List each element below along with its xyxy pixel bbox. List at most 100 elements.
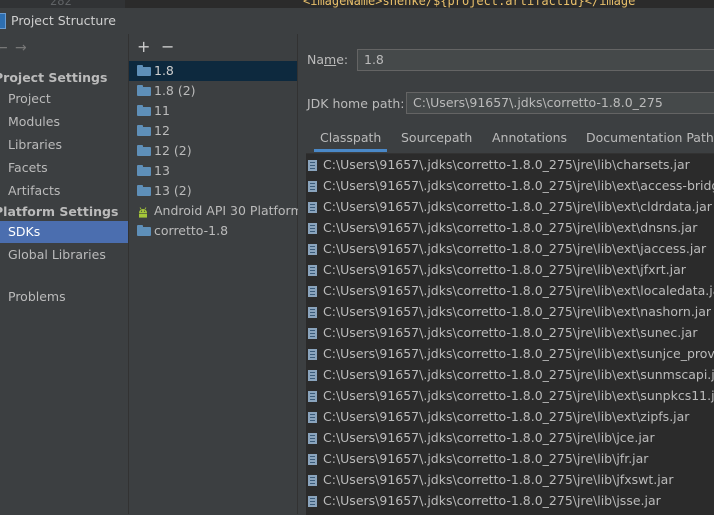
android-icon	[139, 206, 147, 218]
classpath-entry: C:\Users\91657\.jdks\corretto-1.8.0_275\…	[323, 472, 674, 487]
classpath-list: C:\Users\91657\.jdks\corretto-1.8.0_275\…	[306, 153, 714, 515]
add-sdk-button[interactable]: +	[137, 37, 150, 56]
sdk-item[interactable]: Android API 30 Platform	[129, 201, 303, 221]
sdk-item-label: 13 (2)	[154, 183, 192, 198]
tab-classpath[interactable]: Classpath	[314, 126, 388, 152]
classpath-entry: C:\Users\91657\.jdks\corretto-1.8.0_275\…	[323, 178, 714, 193]
folder-icon	[137, 65, 151, 76]
classpath-row[interactable]: C:\Users\91657\.jdks\corretto-1.8.0_275\…	[306, 406, 714, 427]
sdk-item-label: 1.8 (2)	[154, 83, 196, 98]
jdk-home-label: JDK home path:	[307, 96, 405, 111]
folder-icon	[137, 165, 151, 176]
jar-icon	[308, 160, 317, 171]
sidebar-item-sdks[interactable]: SDKs	[0, 221, 128, 243]
window-title: Project Structure	[11, 13, 116, 28]
sdk-item[interactable]: 13 (2)	[129, 181, 297, 201]
classpath-entry: C:\Users\91657\.jdks\corretto-1.8.0_275\…	[323, 409, 690, 424]
classpath-entry: C:\Users\91657\.jdks\corretto-1.8.0_275\…	[323, 304, 712, 319]
jar-icon	[308, 181, 317, 192]
settings-sidebar: ← → Project Settings Project Modules Lib…	[0, 34, 129, 514]
classpath-row[interactable]: C:\Users\91657\.jdks\corretto-1.8.0_275\…	[306, 217, 714, 238]
window-title-bar[interactable]: Project Structure	[0, 8, 714, 34]
classpath-entry: C:\Users\91657\.jdks\corretto-1.8.0_275\…	[323, 451, 649, 466]
sidebar-item-libraries[interactable]: Libraries	[0, 134, 128, 156]
jar-icon	[308, 202, 317, 213]
jar-icon	[308, 496, 317, 507]
jdk-home-path-field[interactable]: C:\Users\91657\.jdks\corretto-1.8.0_275	[406, 92, 714, 114]
tab-annotations[interactable]: Annotations	[486, 126, 573, 152]
classpath-entry: C:\Users\91657\.jdks\corretto-1.8.0_275\…	[323, 283, 714, 298]
classpath-row[interactable]: C:\Users\91657\.jdks\corretto-1.8.0_275\…	[306, 238, 714, 259]
sidebar-item-modules[interactable]: Modules	[0, 111, 128, 133]
classpath-row[interactable]: C:\Users\91657\.jdks\corretto-1.8.0_275\…	[306, 175, 714, 196]
classpath-row[interactable]: C:\Users\91657\.jdks\corretto-1.8.0_275\…	[306, 448, 714, 469]
jar-icon	[308, 475, 317, 486]
sdk-item[interactable]: 1.8	[129, 61, 297, 81]
classpath-row[interactable]: C:\Users\91657\.jdks\corretto-1.8.0_275\…	[306, 469, 714, 490]
arrow-right-icon[interactable]: →	[15, 40, 27, 56]
sdk-name-field[interactable]: 1.8	[357, 49, 714, 71]
folder-icon	[137, 145, 151, 156]
classpath-row[interactable]: C:\Users\91657\.jdks\corretto-1.8.0_275\…	[306, 280, 714, 301]
jar-icon	[308, 433, 317, 444]
classpath-entry: C:\Users\91657\.jdks\corretto-1.8.0_275\…	[323, 325, 698, 340]
folder-icon	[137, 125, 151, 136]
classpath-entry: C:\Users\91657\.jdks\corretto-1.8.0_275\…	[323, 346, 714, 361]
classpath-entry: C:\Users\91657\.jdks\corretto-1.8.0_275\…	[323, 367, 714, 382]
remove-sdk-button[interactable]: −	[161, 37, 174, 56]
tab-documentation-paths[interactable]: Documentation Paths	[580, 126, 714, 152]
classpath-row[interactable]: C:\Users\91657\.jdks\corretto-1.8.0_275\…	[306, 259, 714, 280]
sidebar-item-global-libraries[interactable]: Global Libraries	[0, 244, 128, 266]
project-settings-header: Project Settings	[0, 70, 108, 85]
app-icon	[0, 13, 6, 29]
folder-icon	[137, 225, 151, 236]
jar-icon	[308, 391, 317, 402]
classpath-entry: C:\Users\91657\.jdks\corretto-1.8.0_275\…	[323, 157, 690, 172]
sidebar-item-facets[interactable]: Facets	[0, 157, 128, 179]
classpath-row[interactable]: C:\Users\91657\.jdks\corretto-1.8.0_275\…	[306, 364, 714, 385]
arrow-left-icon[interactable]: ←	[0, 40, 8, 56]
folder-icon	[137, 105, 151, 116]
classpath-entry: C:\Users\91657\.jdks\corretto-1.8.0_275\…	[323, 220, 698, 235]
sdk-item-label: 12	[154, 123, 170, 138]
sdk-item[interactable]: 11	[129, 101, 297, 121]
classpath-row[interactable]: C:\Users\91657\.jdks\corretto-1.8.0_275\…	[306, 322, 714, 343]
sdk-item-label: 11	[154, 103, 170, 118]
sdk-item[interactable]: 12 (2)	[129, 141, 297, 161]
sdk-item[interactable]: corretto-1.8	[129, 221, 297, 241]
jar-icon	[308, 454, 317, 465]
classpath-row[interactable]: C:\Users\91657\.jdks\corretto-1.8.0_275\…	[306, 154, 714, 175]
classpath-row[interactable]: C:\Users\91657\.jdks\corretto-1.8.0_275\…	[306, 196, 714, 217]
jar-icon	[308, 223, 317, 234]
editor-gutter: 282	[0, 0, 125, 8]
sdk-item[interactable]: 1.8 (2)	[129, 81, 297, 101]
classpath-row[interactable]: C:\Users\91657\.jdks\corretto-1.8.0_275\…	[306, 490, 714, 511]
jar-icon	[308, 370, 317, 381]
tab-sourcepath[interactable]: Sourcepath	[395, 126, 478, 152]
sdk-item[interactable]: 12	[129, 121, 297, 141]
name-label-text-end: e:	[336, 52, 349, 67]
classpath-entry: C:\Users\91657\.jdks\corretto-1.8.0_275\…	[323, 493, 661, 508]
jar-icon	[308, 265, 317, 276]
background-editor: 282 <imageName>shenke/${project.artifact…	[0, 0, 714, 8]
classpath-entry: C:\Users\91657\.jdks\corretto-1.8.0_275\…	[323, 199, 712, 214]
classpath-row[interactable]: C:\Users\91657\.jdks\corretto-1.8.0_275\…	[306, 343, 714, 364]
editor-line-number: 282	[50, 0, 72, 8]
sdk-item-label: 1.8	[154, 63, 174, 78]
classpath-row[interactable]: C:\Users\91657\.jdks\corretto-1.8.0_275\…	[306, 301, 714, 322]
sidebar-item-problems[interactable]: Problems	[0, 286, 128, 308]
sdk-item[interactable]: 13	[129, 161, 297, 181]
classpath-row[interactable]: C:\Users\91657\.jdks\corretto-1.8.0_275\…	[306, 427, 714, 448]
classpath-entry: C:\Users\91657\.jdks\corretto-1.8.0_275\…	[323, 262, 686, 277]
classpath-row[interactable]: C:\Users\91657\.jdks\corretto-1.8.0_275\…	[306, 385, 714, 406]
sidebar-item-project[interactable]: Project	[0, 88, 128, 110]
classpath-entry: C:\Users\91657\.jdks\corretto-1.8.0_275\…	[323, 388, 714, 403]
sdk-item-label: 12 (2)	[154, 143, 192, 158]
sidebar-item-artifacts[interactable]: Artifacts	[0, 180, 128, 202]
jar-icon	[308, 349, 317, 360]
sdk-item-label: Android API 30 Platform	[154, 203, 303, 218]
classpath-entry: C:\Users\91657\.jdks\corretto-1.8.0_275\…	[323, 241, 707, 256]
jar-icon	[308, 307, 317, 318]
name-label-text: Na	[307, 52, 325, 67]
folder-icon	[137, 85, 151, 96]
